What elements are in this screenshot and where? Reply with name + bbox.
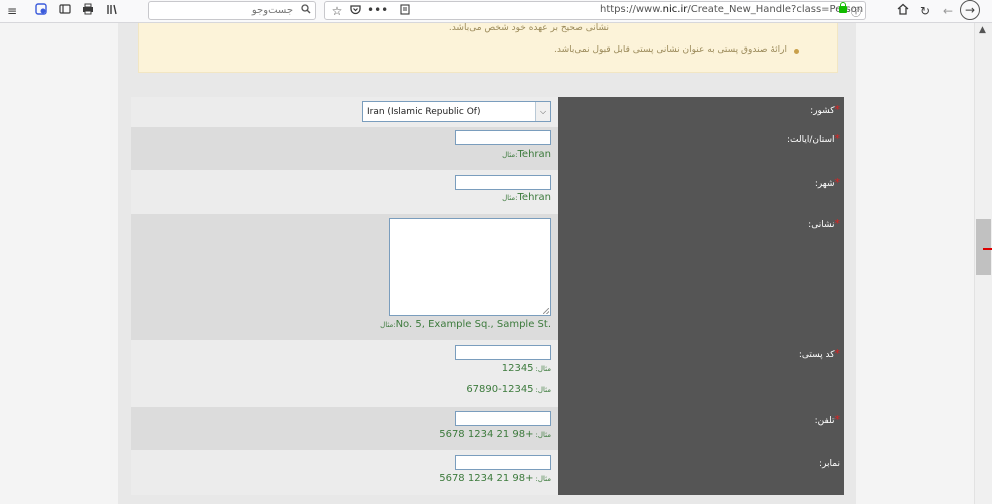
search-input[interactable] — [153, 3, 293, 18]
search-box[interactable] — [148, 1, 316, 20]
page-edge-marker — [983, 248, 992, 250]
home-icon[interactable] — [896, 3, 910, 19]
phone-field[interactable] — [455, 411, 551, 426]
address-hint: مثال:No. 5, Example Sq., Sample St. — [380, 319, 551, 330]
chevron-down-icon[interactable]: ⌵ — [535, 102, 550, 121]
pocket-icon[interactable] — [349, 3, 361, 19]
phone-label: *تلفن: — [814, 413, 840, 426]
city-label: *شهر: — [814, 176, 840, 189]
notice-line: ارائهٔ صندوق پستی به عنوان نشانی پستی قا… — [554, 45, 787, 55]
lock-icon[interactable] — [839, 2, 847, 13]
notice-line: نشانی صحیح بر عهده خود شخص می‌باشد. — [448, 23, 609, 33]
postal-hint: مثال:12345 — [501, 363, 551, 374]
province-hint: مثال:Tehran — [502, 149, 551, 160]
forward-icon[interactable]: → — [960, 0, 980, 20]
postal-hint-extended: مثال:12345-67890 — [466, 384, 551, 395]
city-hint: مثال:Tehran — [502, 192, 551, 203]
reader-mode-icon[interactable] — [399, 3, 411, 19]
url-text: https://www.nic.ir/Create_New_Handle?cla… — [600, 4, 864, 15]
province-label: *استان/ایالت: — [786, 132, 840, 145]
scrollbar-thumb[interactable] — [976, 219, 991, 275]
fax-label: نمابر: — [819, 459, 840, 469]
info-icon[interactable]: ⓘ — [851, 4, 861, 19]
reload-icon[interactable]: ↻ — [918, 3, 932, 19]
fax-hint: مثال:+98 21 1234 5678 — [439, 473, 551, 484]
postal-label: *کد پستی: — [798, 347, 840, 360]
province-field[interactable] — [455, 130, 551, 145]
menu-icon[interactable]: ≡ — [6, 3, 18, 19]
star-icon[interactable]: ☆ — [331, 3, 343, 19]
notice-box: نشانی صحیح بر عهده خود شخص می‌باشد. ارائ… — [138, 23, 838, 73]
postal-code-field[interactable] — [455, 345, 551, 360]
url-bar[interactable]: ☆ ••• https://www.nic.ir/Create_New_Hand… — [324, 1, 866, 20]
resize-grip-icon[interactable] — [543, 308, 549, 314]
bullet-icon — [794, 49, 799, 54]
country-select[interactable]: Iran (Islamic Republic Of) ⌵ — [362, 101, 551, 122]
search-icon — [301, 4, 311, 17]
city-field[interactable] — [455, 175, 551, 190]
reader-view-icon[interactable] — [58, 3, 72, 19]
page-scrollbar[interactable]: ▲ — [974, 23, 992, 504]
country-label: *کشور: — [810, 103, 840, 116]
fax-field[interactable] — [455, 455, 551, 470]
scroll-up-icon[interactable]: ▲ — [979, 25, 986, 35]
print-icon[interactable] — [81, 3, 95, 19]
form-labels-column: *کشور: *استان/ایالت: *شهر: *نشانی: *کد پ… — [558, 97, 844, 495]
browser-toolbar: ≡ ☆ ••• https://www.nic.ir/Create_New_Ha… — [0, 0, 992, 23]
phone-hint: مثال:+98 21 1234 5678 — [439, 429, 551, 440]
address-label: *نشانی: — [808, 217, 840, 230]
back-icon[interactable]: ← — [941, 3, 955, 19]
more-icon[interactable]: ••• — [367, 2, 388, 18]
address-textarea[interactable] — [389, 218, 551, 316]
country-select-value: Iran (Islamic Republic Of) — [367, 107, 481, 117]
library-icon[interactable] — [105, 3, 119, 19]
shield-badge-icon[interactable] — [34, 3, 48, 19]
